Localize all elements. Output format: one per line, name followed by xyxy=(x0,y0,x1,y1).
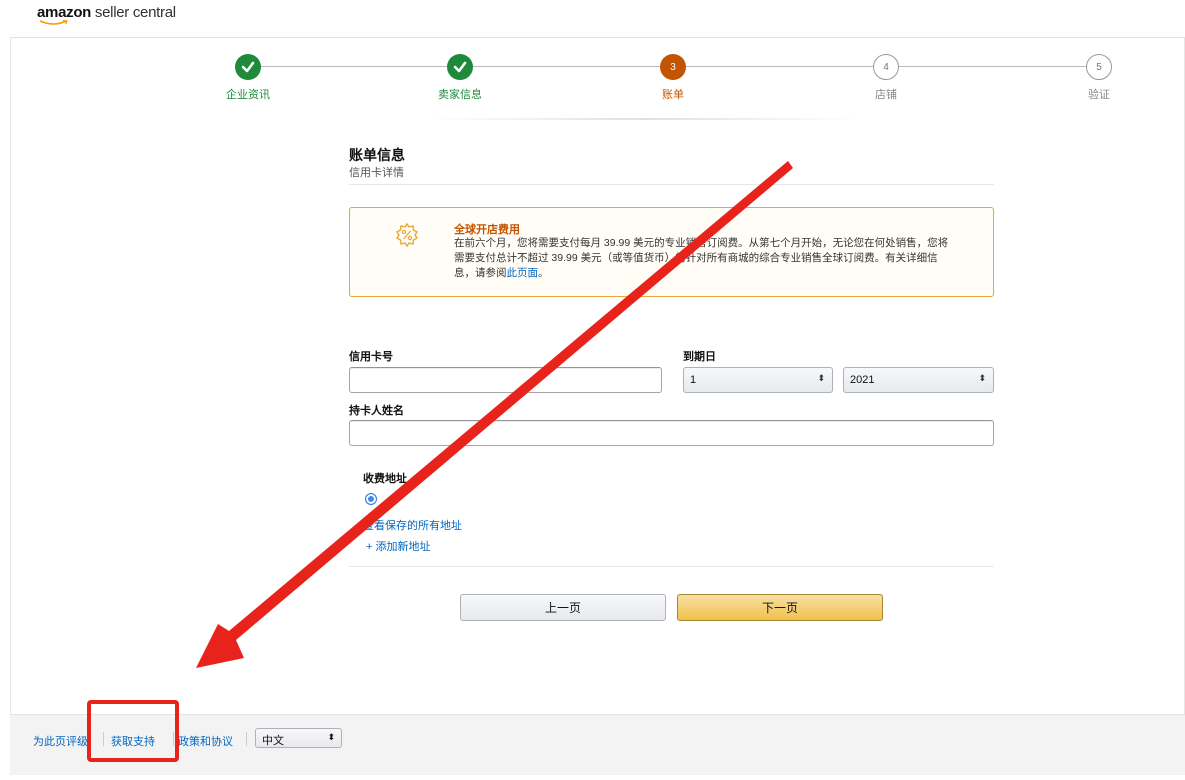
annotation-highlight-box xyxy=(87,700,179,762)
rate-page-link[interactable]: 为此页评级 xyxy=(33,733,88,749)
logo-amazon-text: amazon xyxy=(37,4,92,21)
top-header: amazon seller central xyxy=(10,0,1185,38)
policies-link[interactable]: 政策和协议 xyxy=(178,733,233,749)
billing-address-title: 收费地址 xyxy=(363,473,407,485)
step-number: 4 xyxy=(873,54,899,80)
check-icon xyxy=(447,54,473,80)
card-number-label: 信用卡号 xyxy=(349,351,393,363)
notice-title: 全球开店费用 xyxy=(454,224,520,236)
this-page-link[interactable]: 此页面 xyxy=(507,267,539,279)
seller-central-logo[interactable]: amazon seller central xyxy=(37,4,176,21)
step-billing: 3 账单 xyxy=(628,54,718,102)
address-radio[interactable] xyxy=(365,493,377,505)
footer: 为此页评级 获取支持 政策和协议 中文 ⬍ xyxy=(10,714,1185,775)
notice-text-end: 。 xyxy=(538,267,549,279)
amazon-smile-icon xyxy=(39,20,68,25)
step-label: 企业资讯 xyxy=(226,89,270,101)
notice-body: 在前六个月，您将需要支付每月 39.99 美元的专业销售订阅费。从第七个月开始，… xyxy=(454,236,954,281)
next-button[interactable]: 下一页 xyxy=(677,594,883,621)
divider xyxy=(349,566,994,567)
expiry-month-select[interactable]: 1 ⬍ xyxy=(683,367,833,393)
step-label: 卖家信息 xyxy=(438,89,482,101)
stepper-divider xyxy=(430,118,860,120)
step-company-info: 企业资讯 xyxy=(203,54,293,102)
cardholder-label: 持卡人姓名 xyxy=(349,405,404,417)
step-verification: 5 验证 xyxy=(1054,54,1144,102)
language-select[interactable]: 中文 ⬍ xyxy=(255,728,342,748)
expiry-label: 到期日 xyxy=(683,351,716,363)
add-new-address-link[interactable]: + 添加新地址 xyxy=(366,538,430,554)
global-selling-fee-notice: 全球开店费用 在前六个月，您将需要支付每月 39.99 美元的专业销售订阅费。从… xyxy=(349,207,994,297)
step-label: 店铺 xyxy=(875,89,897,101)
step-store: 4 店铺 xyxy=(841,54,931,102)
select-arrows-icon: ⬍ xyxy=(978,373,986,383)
cardholder-input[interactable] xyxy=(349,420,994,446)
step-label: 验证 xyxy=(1088,89,1110,101)
step-seller-info: 卖家信息 xyxy=(415,54,505,102)
step-number: 5 xyxy=(1086,54,1112,80)
previous-button[interactable]: 上一页 xyxy=(460,594,666,621)
check-icon xyxy=(235,54,261,80)
page-subtitle: 信用卡详情 xyxy=(349,167,404,179)
divider xyxy=(349,184,994,185)
footer-separator xyxy=(246,732,247,746)
step-number: 3 xyxy=(660,54,686,80)
logo-seller-central-text: seller central xyxy=(91,4,176,21)
view-all-addresses-link[interactable]: 查看保存的所有地址 xyxy=(363,517,462,533)
page-title: 账单信息 xyxy=(349,147,405,163)
select-arrows-icon: ⬍ xyxy=(327,732,335,742)
expiry-year-select[interactable]: 2021 ⬍ xyxy=(843,367,994,393)
step-label: 账单 xyxy=(662,89,684,101)
language-value: 中文 xyxy=(262,735,284,747)
select-arrows-icon: ⬍ xyxy=(817,373,825,383)
expiry-year-value: 2021 xyxy=(850,374,875,386)
card-number-input[interactable] xyxy=(349,367,662,393)
expiry-month-value: 1 xyxy=(690,374,697,386)
registration-stepper: 企业资讯 卖家信息 3 账单 4 店铺 5 验证 xyxy=(0,50,1185,110)
gear-percent-icon xyxy=(396,222,418,248)
